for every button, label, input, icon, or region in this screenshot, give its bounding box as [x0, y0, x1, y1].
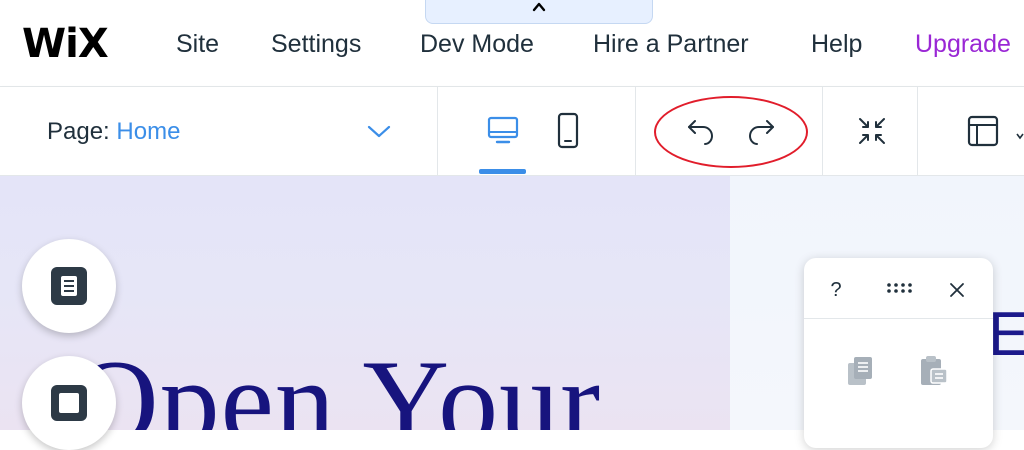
layout-button[interactable]: [956, 87, 1010, 175]
desktop-view-button[interactable]: [470, 87, 536, 175]
menu-settings[interactable]: Settings: [271, 28, 361, 60]
add-elements-button[interactable]: [22, 356, 116, 450]
redo-button[interactable]: [736, 87, 786, 175]
wix-logo[interactable]: WiX: [22, 22, 109, 66]
floating-panel-header: ?: [804, 258, 993, 319]
page-label-prefix: Page:: [47, 118, 110, 145]
page-document-icon: [51, 267, 87, 305]
toolbar-divider: [437, 87, 438, 175]
close-icon[interactable]: [949, 282, 965, 298]
undo-button[interactable]: [676, 87, 726, 175]
right-heading-fragment[interactable]: E: [988, 304, 1024, 366]
redo-arrow-icon: [748, 120, 774, 145]
menu-hire-a-partner[interactable]: Hire a Partner: [593, 28, 749, 60]
menu-help[interactable]: Help: [811, 28, 862, 60]
menu-site[interactable]: Site: [176, 28, 219, 60]
active-view-indicator: [479, 169, 526, 174]
mobile-icon: [557, 112, 579, 149]
toolbar-overflow-chevron-icon[interactable]: [1016, 127, 1024, 140]
layout-panel-icon: [967, 115, 999, 147]
hero-heading[interactable]: Open Your: [72, 342, 601, 431]
zoom-out-button[interactable]: [846, 87, 898, 175]
page-selector-label: Page: Home: [47, 118, 180, 146]
collapse-topbar-tab[interactable]: [425, 0, 653, 24]
floating-tool-panel: ?: [804, 258, 993, 448]
toolbar-divider: [635, 87, 636, 175]
mobile-view-button[interactable]: [540, 87, 596, 175]
toolbar-divider: [917, 87, 918, 175]
page-selector-dropdown[interactable]: Page: Home: [0, 87, 436, 175]
help-button[interactable]: ?: [828, 278, 844, 302]
top-menu-bar: WiX Site Settings Dev Mode Hire a Partne…: [0, 0, 1024, 87]
editor-toolbar: Page: Home: [0, 87, 1024, 176]
undo-arrow-icon: [688, 120, 714, 145]
zoom-out-arrows-icon: [859, 118, 885, 144]
copy-icon[interactable]: [846, 355, 876, 387]
menu-dev-mode[interactable]: Dev Mode: [420, 28, 534, 60]
pages-menu-button[interactable]: [22, 239, 116, 333]
page-current-value: Home: [116, 118, 181, 145]
menu-upgrade[interactable]: Upgrade: [915, 28, 1011, 60]
square-icon: [51, 385, 87, 421]
chevron-up-icon: [532, 2, 546, 12]
chevron-down-icon: [367, 125, 391, 138]
desktop-icon: [487, 116, 519, 144]
toolbar-divider: [822, 87, 823, 175]
drag-handle-icon[interactable]: [886, 282, 916, 294]
paste-icon[interactable]: [918, 354, 950, 388]
